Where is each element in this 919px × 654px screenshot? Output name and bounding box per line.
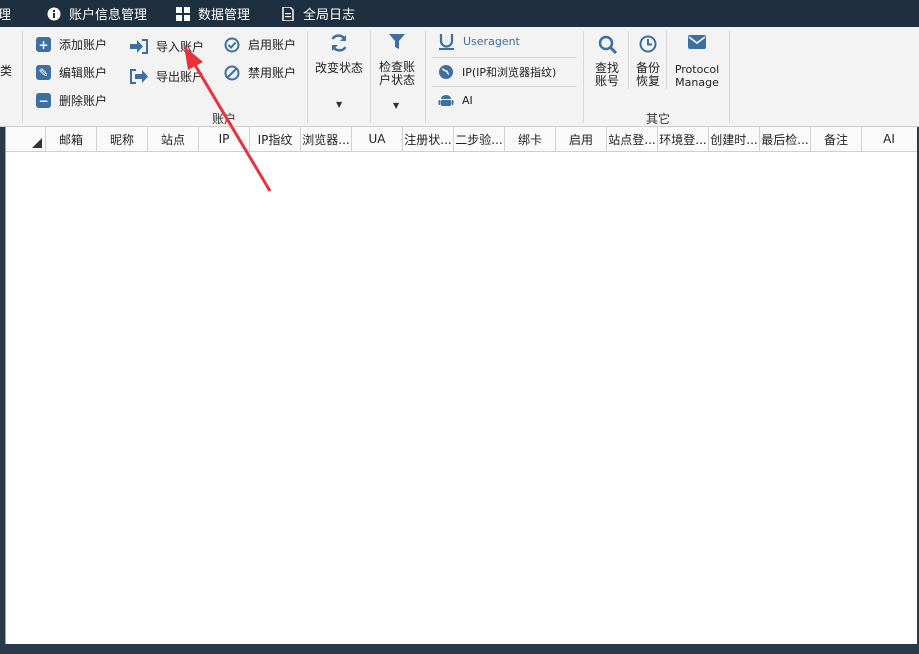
column-header-browser[interactable]: 浏览器... [301,127,352,151]
column-header-site[interactable]: 站点 [148,127,199,151]
column-header-ip-fingerprint[interactable]: IP指纹 [250,127,301,151]
tab-data-management[interactable]: 数据管理 [176,0,250,27]
column-header-enabled[interactable]: 启用 [556,127,607,151]
find-account-label: 查找 账号 [594,61,619,88]
other-group-label: 其它 [646,112,671,126]
check-status-dropdown-icon[interactable]: ▼ [393,101,399,110]
column-header-created-time[interactable]: 创建时... [709,127,760,151]
ip-fingerprint-label: IP(IP和浏览器指纹) [462,66,557,79]
ribbon-divider [583,31,584,123]
filter-icon [389,34,405,49]
minus-icon: − [36,93,51,108]
ai-button[interactable]: AI [438,92,473,108]
delete-account-label: 删除账户 [59,94,108,108]
clock-icon [639,35,657,53]
enable-account-button[interactable]: 启用账户 [224,36,296,53]
tab-global-log[interactable]: 全局日志 [281,0,355,27]
ribbon-divider [432,86,577,87]
search-icon [598,35,617,54]
enable-account-label: 启用账户 [248,38,297,52]
ribbon-divider [628,31,629,89]
info-icon [47,7,61,20]
export-account-button[interactable]: 导出账户 [130,68,204,85]
tab-manage-partial[interactable]: 理 [0,0,11,27]
column-header-nickname[interactable]: 昵称 [97,127,148,151]
export-account-label: 导出账户 [156,70,205,84]
envelope-icon [688,35,706,49]
table-header: 邮箱 昵称 站点 IP IP指纹 浏览器... UA 注册状... 二步验...… [6,127,917,152]
disable-account-label: 禁用账户 [248,66,297,80]
column-header-ua[interactable]: UA [352,127,403,151]
ribbon-divider [432,57,577,58]
column-header-remark[interactable]: 备注 [811,127,862,151]
tab-label: 数据管理 [198,8,251,23]
add-account-label: 添加账户 [59,38,108,52]
plus-icon: + [36,37,51,52]
ribbon-toolbar: 类 + 添加账户 ✎ 编辑账户 − 删除账户 导入账户 导出账户 启用账户 禁用… [0,27,919,127]
ribbon-divider [370,31,371,123]
ribbon-left-fragment: 类 [0,64,13,78]
useragent-label: Useragent [463,35,520,48]
ribbon-divider [425,31,426,123]
column-header-last-check[interactable]: 最后检... [760,127,811,151]
account-group-label: 账户 [212,112,237,126]
top-menu-bar: 理 账户信息管理 数据管理 全局日志 [0,0,919,27]
ip-fingerprint-button[interactable]: IP(IP和浏览器指纹) [438,64,556,80]
accounts-table: 邮箱 昵称 站点 IP IP指纹 浏览器... UA 注册状... 二步验...… [5,127,917,644]
underline-icon [439,34,454,50]
column-header-ai[interactable]: AI [862,127,916,151]
column-header-ip[interactable]: IP [199,127,250,151]
column-header-bind-card[interactable]: 绑卡 [505,127,556,151]
globe-icon [439,65,453,79]
ribbon-divider [666,31,667,89]
ribbon-divider [22,31,23,123]
check-status-button[interactable]: 检查账 户状态 [372,33,422,87]
column-header-register-status[interactable]: 注册状... [403,127,454,151]
import-account-label: 导入账户 [156,40,205,54]
ban-icon [224,65,240,80]
backup-restore-button[interactable]: 备份 恢复 [632,35,664,88]
backup-restore-label: 备份 恢复 [635,61,660,88]
protocol-manage-label: Protocol Manage [674,63,720,89]
change-status-button[interactable]: 改变状态 [311,33,367,75]
tab-label: 理 [0,8,12,23]
add-account-button[interactable]: + 添加账户 [36,36,107,53]
column-header-site-login[interactable]: 站点登... [607,127,658,151]
ribbon-divider [307,31,308,123]
delete-account-button[interactable]: − 删除账户 [36,92,107,109]
tab-label: 全局日志 [303,8,356,23]
find-account-button[interactable]: 查找 账号 [590,35,624,88]
check-status-label: 检查账 户状态 [378,60,415,87]
tab-account-info[interactable]: 账户信息管理 [47,0,147,27]
import-icon [130,39,148,54]
ribbon-divider [729,31,730,123]
change-status-dropdown-icon[interactable]: ▼ [336,100,342,109]
document-icon [282,6,294,21]
check-circle-icon [224,37,240,52]
status-bar [0,644,919,654]
pencil-icon: ✎ [36,65,51,80]
edit-account-button[interactable]: ✎ 编辑账户 [36,64,107,81]
change-status-label: 改变状态 [314,61,363,75]
tab-label: 账户信息管理 [69,8,148,23]
grid-icon [176,6,190,21]
export-icon [130,69,148,84]
column-header-env-login[interactable]: 环境登... [658,127,709,151]
edit-account-label: 编辑账户 [59,66,108,80]
android-icon [438,95,454,106]
useragent-button[interactable]: Useragent [438,33,520,50]
ai-label: AI [462,93,473,107]
protocol-manage-button[interactable]: Protocol Manage [670,35,724,89]
select-all-corner[interactable] [6,127,46,151]
column-header-email[interactable]: 邮箱 [46,127,97,151]
refresh-icon [331,34,347,52]
import-account-button[interactable]: 导入账户 [130,38,204,55]
disable-account-button[interactable]: 禁用账户 [224,64,296,81]
column-header-two-step[interactable]: 二步验... [454,127,505,151]
